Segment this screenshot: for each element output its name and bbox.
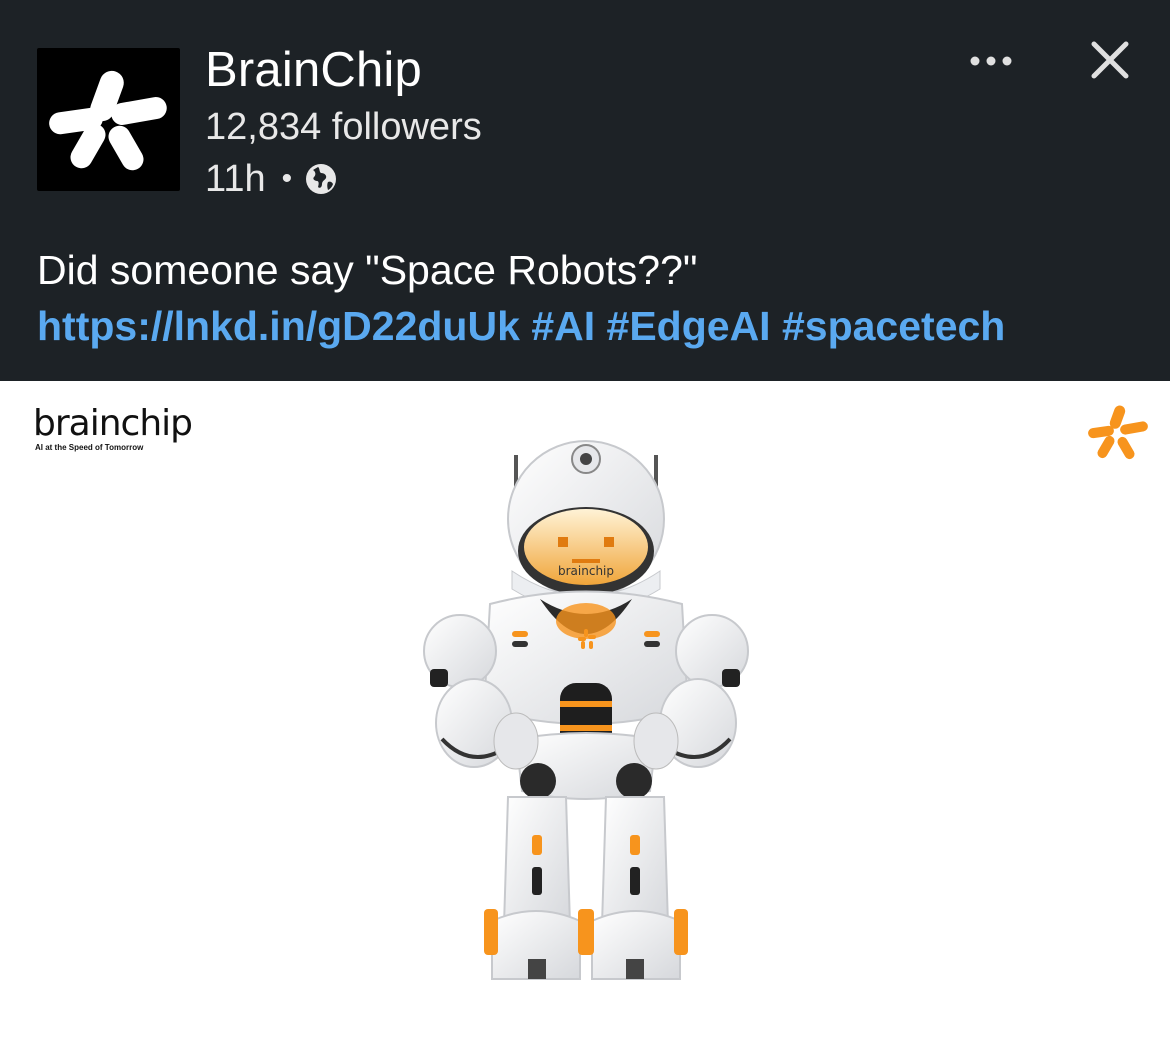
close-icon[interactable] <box>1086 36 1134 84</box>
globe-icon <box>306 164 337 194</box>
brainchip-tagline: AI at the Speed of Tomorrow <box>35 443 144 452</box>
company-logo[interactable] <box>37 48 180 191</box>
meta-separator: • <box>281 162 293 195</box>
hashtag-edgeai[interactable]: #EdgeAI <box>607 303 771 349</box>
post-time: 11h <box>205 157 266 200</box>
post-image[interactable]: brainchip AI at the Speed of Tomorrow br… <box>0 381 1170 1039</box>
post-text-plain: Did someone say "Space Robots??" <box>37 247 698 293</box>
hashtag-ai[interactable]: #AI <box>531 303 595 349</box>
hashtag-spacetech[interactable]: #spacetech <box>782 303 1005 349</box>
brainchip-logo-icon <box>49 70 167 171</box>
robot-chest-label: brainchip <box>558 564 614 578</box>
post-text: Did someone say "Space Robots??" https:/… <box>37 242 1137 354</box>
brainchip-wordmark: brainchip <box>33 403 193 444</box>
more-options-icon[interactable] <box>962 42 1020 80</box>
post-meta: 11h • <box>205 156 338 202</box>
post-header: BrainChip 12,834 followers 11h • Did som… <box>0 0 1170 381</box>
robot-illustration: brainchip <box>423 440 749 980</box>
brainchip-mark-icon <box>1088 405 1148 460</box>
follower-count: 12,834 followers <box>205 106 482 148</box>
post-link[interactable]: https://lnkd.in/gD22duUk <box>37 303 520 349</box>
company-name[interactable]: BrainChip <box>205 40 422 100</box>
